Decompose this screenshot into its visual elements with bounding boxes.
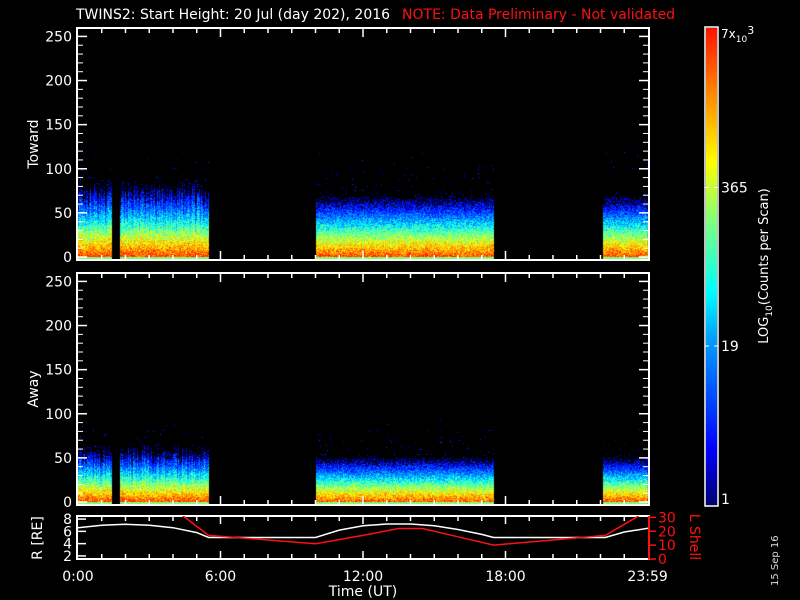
y-tick-label: 0 bbox=[63, 250, 72, 266]
y-tick-label: 200 bbox=[45, 319, 72, 335]
y-tick-label: 0 bbox=[63, 495, 72, 511]
x-tick-label: 0:00 bbox=[62, 569, 93, 585]
r-axis-label: R [RE] bbox=[30, 516, 46, 560]
y-tick-label: 200 bbox=[45, 74, 72, 90]
colorbar-tick-label: 365 bbox=[721, 180, 748, 196]
x-axis-label: Time (UT) bbox=[328, 584, 397, 600]
y-tick-label: 50 bbox=[54, 451, 72, 467]
colorbar-tick-label: 1 bbox=[721, 492, 730, 508]
plot-axes: 050100150200250Toward050100150200250Away… bbox=[26, 24, 775, 600]
y-tick-label: 250 bbox=[45, 274, 72, 290]
y-tick-label: 100 bbox=[45, 162, 72, 178]
toward-axis-label: Toward bbox=[26, 119, 42, 169]
x-tick-label: 18:00 bbox=[485, 569, 525, 585]
away-axis-label: Away bbox=[26, 370, 42, 407]
y-tick-label: 150 bbox=[45, 363, 72, 379]
y-tick-label: 50 bbox=[54, 206, 72, 222]
x-tick-label: 12:00 bbox=[343, 569, 383, 585]
r-tick-label: 8 bbox=[63, 512, 72, 528]
y-tick-label: 250 bbox=[45, 29, 72, 45]
x-tick-label: 23:59 bbox=[627, 569, 667, 585]
colorbar-max-sup: 3 bbox=[747, 24, 754, 37]
colorbar-tick-label: 19 bbox=[721, 339, 739, 355]
colorbar-frame bbox=[704, 26, 719, 507]
colorbar-max-label: 7x103 bbox=[721, 24, 754, 45]
x-tick-label: 6:00 bbox=[205, 569, 236, 585]
y-tick-label: 100 bbox=[45, 407, 72, 423]
date-stamp: 15 Sep 16 bbox=[770, 535, 781, 586]
colorbar-label-sub: 10 bbox=[765, 305, 775, 317]
colorbar-max-base: 7x bbox=[721, 27, 736, 41]
lshell-tick-label: 30 bbox=[658, 510, 676, 526]
lshell-tick-label: 20 bbox=[658, 524, 676, 540]
colorbar-max-sub: 10 bbox=[736, 35, 748, 45]
away-panel-frame bbox=[76, 272, 650, 506]
toward-panel-frame bbox=[76, 27, 650, 261]
y-tick-label: 150 bbox=[45, 118, 72, 134]
colorbar-label-main: LOG bbox=[757, 317, 772, 344]
lshell-tick-label: 10 bbox=[658, 538, 676, 554]
colorbar-label: LOG10(Counts per Scan) bbox=[757, 188, 775, 344]
colorbar-label-rest: (Counts per Scan) bbox=[757, 188, 772, 305]
lshell-tick-label: 0 bbox=[658, 552, 667, 568]
lshell-axis-label: L Shell bbox=[686, 514, 702, 560]
